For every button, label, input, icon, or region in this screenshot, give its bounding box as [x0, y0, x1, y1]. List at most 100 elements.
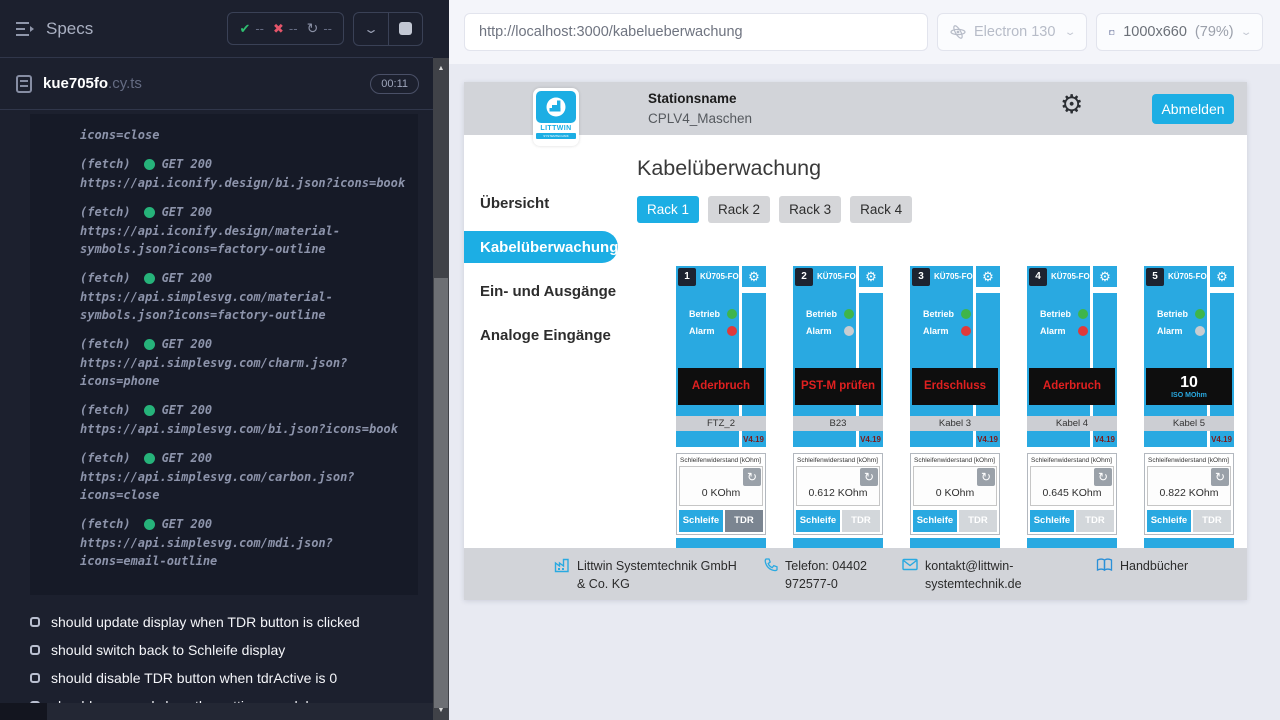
test-state-icon: [30, 617, 40, 627]
schleife-button[interactable]: Schleife: [679, 510, 723, 532]
stop-run-button[interactable]: [388, 13, 422, 45]
alarm-led: [1078, 326, 1088, 336]
footer-manuals[interactable]: Handbücher: [1096, 557, 1188, 575]
tdr-button[interactable]: TDR: [1193, 510, 1231, 532]
settings-gear-icon[interactable]: ⚙: [1060, 91, 1083, 117]
specs-label[interactable]: Specs: [46, 19, 93, 39]
tdr-button[interactable]: TDR: [725, 510, 763, 532]
collapse-button[interactable]: ⌄: [354, 13, 388, 45]
resistance-panel: Schleifenwiderstand [kOhm]↻0.645 KOhmSch…: [1027, 453, 1117, 535]
tdr-button[interactable]: TDR: [1076, 510, 1114, 532]
device-model-label: KÜ705-FO: [817, 272, 856, 281]
app-header: LITTWIN SYSTEMTECHNIK Stationsname CPLV4…: [464, 82, 1247, 135]
rack-tabs: Rack 1 Rack 2 Rack 3 Rack 4: [637, 196, 1247, 223]
test-state-icon: [30, 645, 40, 655]
specs-menu-icon[interactable]: [16, 21, 36, 37]
rack-tab[interactable]: Rack 2: [708, 196, 770, 223]
run-controls: ⌄: [353, 12, 423, 46]
refresh-icon[interactable]: ↻: [1211, 468, 1229, 486]
url-input[interactable]: [464, 13, 928, 51]
test-item[interactable]: should disable TDR button when tdrActive…: [30, 664, 433, 692]
test-item[interactable]: should switch back to Schleife display: [30, 636, 433, 664]
cable-name: B23: [793, 416, 883, 431]
network-log-entry: icons=close: [80, 126, 412, 144]
horizontal-scrollbar-thumb[interactable]: [0, 703, 47, 720]
cypress-reporter-panel: Specs ✔-- ✖-- ↻-- ⌄ kue705fo.cy.ts 00:11…: [0, 0, 433, 720]
rack-tab[interactable]: Rack 1: [637, 196, 699, 223]
resistance-display: ↻0.612 KOhm: [796, 466, 880, 506]
refresh-icon[interactable]: ↻: [743, 468, 761, 486]
schleife-button[interactable]: Schleife: [913, 510, 957, 532]
betrieb-label: Betrieb: [1040, 309, 1075, 319]
scroll-up-arrow-icon[interactable]: ▲: [433, 60, 449, 76]
status-message: Aderbruch: [692, 380, 750, 392]
success-dot-icon: [144, 405, 155, 416]
spec-file-name: kue705fo.cy.ts: [43, 75, 142, 92]
scroll-down-arrow-icon[interactable]: ▼: [433, 702, 449, 718]
network-log-entry: (fetch)GET 200https://api.iconify.design…: [80, 205, 412, 258]
horizontal-scrollbar[interactable]: [0, 703, 433, 720]
device-settings-gear-icon[interactable]: ⚙: [976, 266, 1000, 287]
device-card: 5KÜ705-FO⚙BetriebAlarm10ISO MOhmKabel 5V…: [1144, 266, 1234, 548]
network-log-entry: (fetch)GET 200https://api.iconify.design…: [80, 157, 412, 192]
firmware-version: V4.19: [1093, 431, 1117, 447]
device-settings-gear-icon[interactable]: ⚙: [742, 266, 766, 287]
stat-passed: ✔--: [239, 21, 264, 37]
refresh-icon[interactable]: ↻: [860, 468, 878, 486]
betrieb-led: [844, 309, 854, 319]
rack-tab[interactable]: Rack 3: [779, 196, 841, 223]
viewport-selector[interactable]: 1000x660 (79%) ⌄: [1096, 13, 1263, 51]
schleife-button[interactable]: Schleife: [1147, 510, 1191, 532]
slot-number-badge: 5: [1146, 268, 1164, 286]
device-settings-gear-icon[interactable]: ⚙: [1093, 266, 1117, 287]
check-icon: ✔: [239, 21, 250, 37]
logout-button[interactable]: Abmelden: [1152, 94, 1234, 124]
sidebar-item[interactable]: Ein- und Ausgänge: [464, 275, 618, 307]
chevron-down-icon: ⌄: [363, 22, 379, 36]
device-settings-gear-icon[interactable]: ⚙: [1210, 266, 1234, 287]
resistance-label: Schleifenwiderstand [kOhm]: [796, 456, 880, 466]
email-icon: [902, 558, 918, 571]
spec-file-icon: [16, 75, 32, 93]
http-status: GET 200: [162, 403, 213, 417]
sidebar-item[interactable]: Analoge Eingänge: [464, 319, 618, 351]
status-display: PST-M prüfen: [795, 368, 881, 405]
refresh-icon[interactable]: ↻: [1094, 468, 1112, 486]
tdr-button[interactable]: TDR: [842, 510, 880, 532]
page-title: Kabelüberwachung: [637, 156, 1247, 181]
request-url: https://api.simplesvg.com/mdi.json?icons…: [80, 534, 412, 570]
fetch-prefix: (fetch): [80, 157, 131, 171]
network-log-entry: (fetch)GET 200https://api.simplesvg.com/…: [80, 451, 412, 504]
tdr-button[interactable]: TDR: [959, 510, 997, 532]
refresh-icon[interactable]: ↻: [977, 468, 995, 486]
resistance-label: Schleifenwiderstand [kOhm]: [679, 456, 763, 466]
schleife-button[interactable]: Schleife: [1030, 510, 1074, 532]
schleife-button[interactable]: Schleife: [796, 510, 840, 532]
http-status: GET 200: [162, 205, 213, 219]
browser-name: Electron 130: [974, 24, 1055, 40]
test-item[interactable]: should update display when TDR button is…: [30, 608, 433, 636]
http-status: GET 200: [162, 337, 213, 351]
status-value: 10: [1180, 374, 1198, 392]
rack-tab[interactable]: Rack 4: [850, 196, 912, 223]
chevron-down-icon: ⌄: [1240, 27, 1253, 38]
sidebar-item[interactable]: Übersicht: [464, 187, 618, 219]
status-display: Erdschluss: [912, 368, 998, 405]
network-log-entry: (fetch)GET 200https://api.simplesvg.com/…: [80, 271, 412, 324]
device-settings-gear-icon[interactable]: ⚙: [859, 266, 883, 287]
logo-text: LITTWIN: [536, 125, 576, 132]
firmware-version: V4.19: [1210, 431, 1234, 447]
spec-file-row[interactable]: kue705fo.cy.ts 00:11: [0, 58, 433, 110]
app-body: Übersicht Kabelüberwachung Ein- und Ausgän…: [464, 135, 1247, 548]
reporter-vertical-scrollbar[interactable]: ▲ ▼: [433, 0, 449, 720]
resistance-label: Schleifenwiderstand [kOhm]: [1030, 456, 1114, 466]
browser-url-bar: Electron 130 ⌄ 1000x660 (79%) ⌄: [449, 0, 1280, 64]
sidebar-item[interactable]: Kabelüberwachung: [464, 231, 618, 263]
browser-selector[interactable]: Electron 130 ⌄: [937, 13, 1087, 51]
scrollbar-thumb[interactable]: [434, 278, 448, 708]
resistance-value: 0.612 KOhm: [797, 487, 879, 499]
resistance-value: 0 KOhm: [680, 487, 762, 499]
test-stats: ✔-- ✖-- ↻--: [227, 12, 344, 45]
alarm-led: [727, 326, 737, 336]
resistance-value: 0.822 KOhm: [1148, 487, 1230, 499]
